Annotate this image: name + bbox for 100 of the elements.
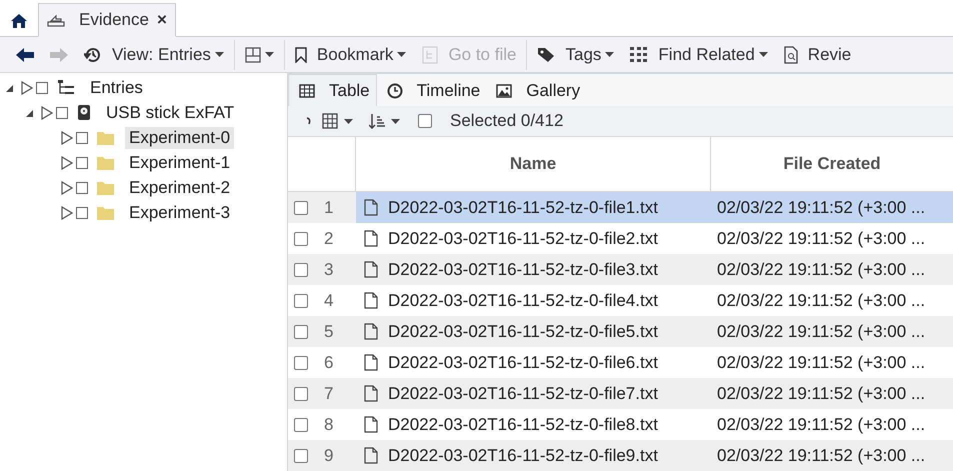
include-toggle-icon[interactable] — [61, 180, 73, 194]
view-tab[interactable]: Timeline — [376, 75, 486, 106]
row-number: 5 — [324, 322, 334, 342]
home-icon — [10, 13, 28, 29]
tree-item[interactable]: Experiment-1 — [125, 152, 234, 174]
row-checkbox[interactable] — [294, 294, 308, 308]
table-row[interactable]: D2022-03-02T16-11-52-tz-0-file8.txt — [356, 409, 711, 440]
row-number: 1 — [324, 198, 334, 218]
file-name: D2022-03-02T16-11-52-tz-0-file7.txt — [388, 384, 658, 404]
file-icon — [364, 385, 378, 402]
close-button[interactable]: × — [156, 10, 167, 30]
tree-item[interactable]: Experiment-3 — [125, 202, 234, 224]
table-row[interactable]: D2022-03-02T16-11-52-tz-0-file7.txt — [356, 378, 711, 409]
file-icon — [364, 199, 378, 216]
row-number: 8 — [324, 414, 334, 434]
folder-icon — [97, 130, 114, 144]
tree-item[interactable]: Experiment-0 — [125, 126, 234, 148]
tree-item[interactable]: Entries — [86, 76, 147, 98]
row-checkbox[interactable] — [294, 262, 308, 276]
tree-item[interactable]: Experiment-2 — [125, 176, 234, 198]
history-button[interactable]: View: Entries — [76, 40, 232, 70]
table-row[interactable]: D2022-03-02T16-11-52-tz-0-file2.txt — [356, 223, 711, 254]
undo-icon[interactable] — [306, 117, 312, 125]
bookmark-icon — [294, 46, 307, 62]
file-icon — [364, 292, 378, 309]
include-toggle-icon[interactable] — [21, 80, 33, 94]
collapse-arrow-icon[interactable] — [24, 108, 34, 118]
hard-drive-icon — [77, 104, 91, 121]
checkbox[interactable] — [76, 132, 88, 144]
row-checkbox[interactable] — [294, 324, 308, 338]
row-number: 7 — [324, 384, 334, 404]
file-name: D2022-03-02T16-11-52-tz-0-file4.txt — [388, 290, 658, 310]
table-row[interactable]: D2022-03-02T16-11-52-tz-0-file6.txt — [356, 347, 711, 378]
table-row[interactable]: D2022-03-02T16-11-52-tz-0-file5.txt — [356, 316, 711, 347]
file-icon — [364, 323, 378, 340]
checkbox[interactable] — [36, 82, 48, 94]
file-name: D2022-03-02T16-11-52-tz-0-file2.txt — [388, 228, 658, 248]
created-date: 02/03/22 19:11:52 (+3:00 ... — [717, 352, 926, 372]
row-checkbox[interactable] — [294, 448, 308, 462]
file-name: D2022-03-02T16-11-52-tz-0-file9.txt — [388, 446, 658, 466]
checkbox[interactable] — [76, 156, 88, 168]
tag-icon — [537, 46, 556, 62]
view-tab[interactable]: Table — [288, 74, 377, 106]
related-button[interactable]: Find Related — [622, 40, 776, 70]
row-number: 2 — [324, 228, 334, 248]
sort-icon — [369, 113, 385, 129]
row-checkbox[interactable] — [294, 200, 308, 214]
checkbox[interactable] — [76, 182, 88, 194]
evidence-tab[interactable]: Evidence × — [38, 3, 176, 37]
row-checkbox[interactable] — [294, 356, 308, 370]
layout-icon — [244, 46, 261, 62]
view-tab[interactable]: Gallery — [486, 75, 586, 106]
table-row[interactable]: D2022-03-02T16-11-52-tz-0-file1.txt — [356, 192, 711, 223]
include-toggle-icon[interactable] — [41, 106, 53, 120]
file-name: D2022-03-02T16-11-52-tz-0-file6.txt — [388, 352, 658, 372]
folder-icon — [97, 180, 114, 194]
file-icon — [364, 230, 378, 247]
row-number: 6 — [324, 352, 334, 372]
checkbox[interactable] — [76, 206, 88, 218]
row-number: 4 — [324, 290, 334, 310]
forward-arrow-icon — [50, 48, 68, 62]
checkbox[interactable] — [56, 106, 68, 118]
tree-item[interactable]: USB stick ExFAT — [102, 102, 238, 124]
file-name: D2022-03-02T16-11-52-tz-0-file3.txt — [388, 260, 658, 280]
caret-icon — [391, 118, 400, 124]
grid-icon — [322, 113, 338, 129]
tags-button[interactable]: Tags — [529, 40, 622, 70]
created-date: 02/03/22 19:11:52 (+3:00 ... — [717, 228, 926, 248]
created-date: 02/03/22 19:11:52 (+3:00 ... — [717, 260, 926, 280]
table-row[interactable]: D2022-03-02T16-11-52-tz-0-file4.txt — [356, 285, 711, 316]
collapse-arrow-icon[interactable] — [4, 82, 14, 92]
file-icon — [364, 447, 378, 464]
table-row[interactable]: D2022-03-02T16-11-52-tz-0-file3.txt — [356, 254, 711, 285]
image-icon — [496, 84, 512, 98]
row-checkbox[interactable] — [294, 232, 308, 246]
include-toggle-icon[interactable] — [61, 206, 73, 220]
bookmark-button[interactable]: Bookmark — [286, 40, 414, 70]
select-all-checkbox[interactable] — [418, 114, 432, 128]
history-icon — [84, 46, 102, 64]
file-name: D2022-03-02T16-11-52-tz-0-file1.txt — [388, 198, 658, 218]
folder-icon — [97, 156, 114, 170]
include-toggle-icon[interactable] — [61, 130, 73, 144]
include-toggle-icon[interactable] — [61, 156, 73, 170]
tray-icon — [47, 13, 65, 27]
row-number: 3 — [324, 260, 334, 280]
grid-list-icon — [630, 46, 648, 62]
created-date: 02/03/22 19:11:52 (+3:00 ... — [717, 198, 926, 218]
review-button[interactable]: Revie — [776, 40, 860, 70]
column-header[interactable]: Name — [356, 137, 711, 191]
folder-icon — [97, 206, 114, 220]
created-date: 02/03/22 19:11:52 (+3:00 ... — [717, 384, 926, 404]
caret-icon — [344, 118, 353, 124]
file-icon — [364, 416, 378, 433]
row-checkbox[interactable] — [294, 418, 308, 432]
row-checkbox[interactable] — [294, 386, 308, 400]
created-date: 02/03/22 19:11:52 (+3:00 ... — [717, 414, 926, 434]
created-date: 02/03/22 19:11:52 (+3:00 ... — [717, 322, 926, 342]
column-header[interactable]: File Created — [711, 137, 953, 191]
table-row[interactable]: D2022-03-02T16-11-52-tz-0-file9.txt — [356, 440, 711, 471]
back-arrow-icon — [16, 48, 34, 62]
